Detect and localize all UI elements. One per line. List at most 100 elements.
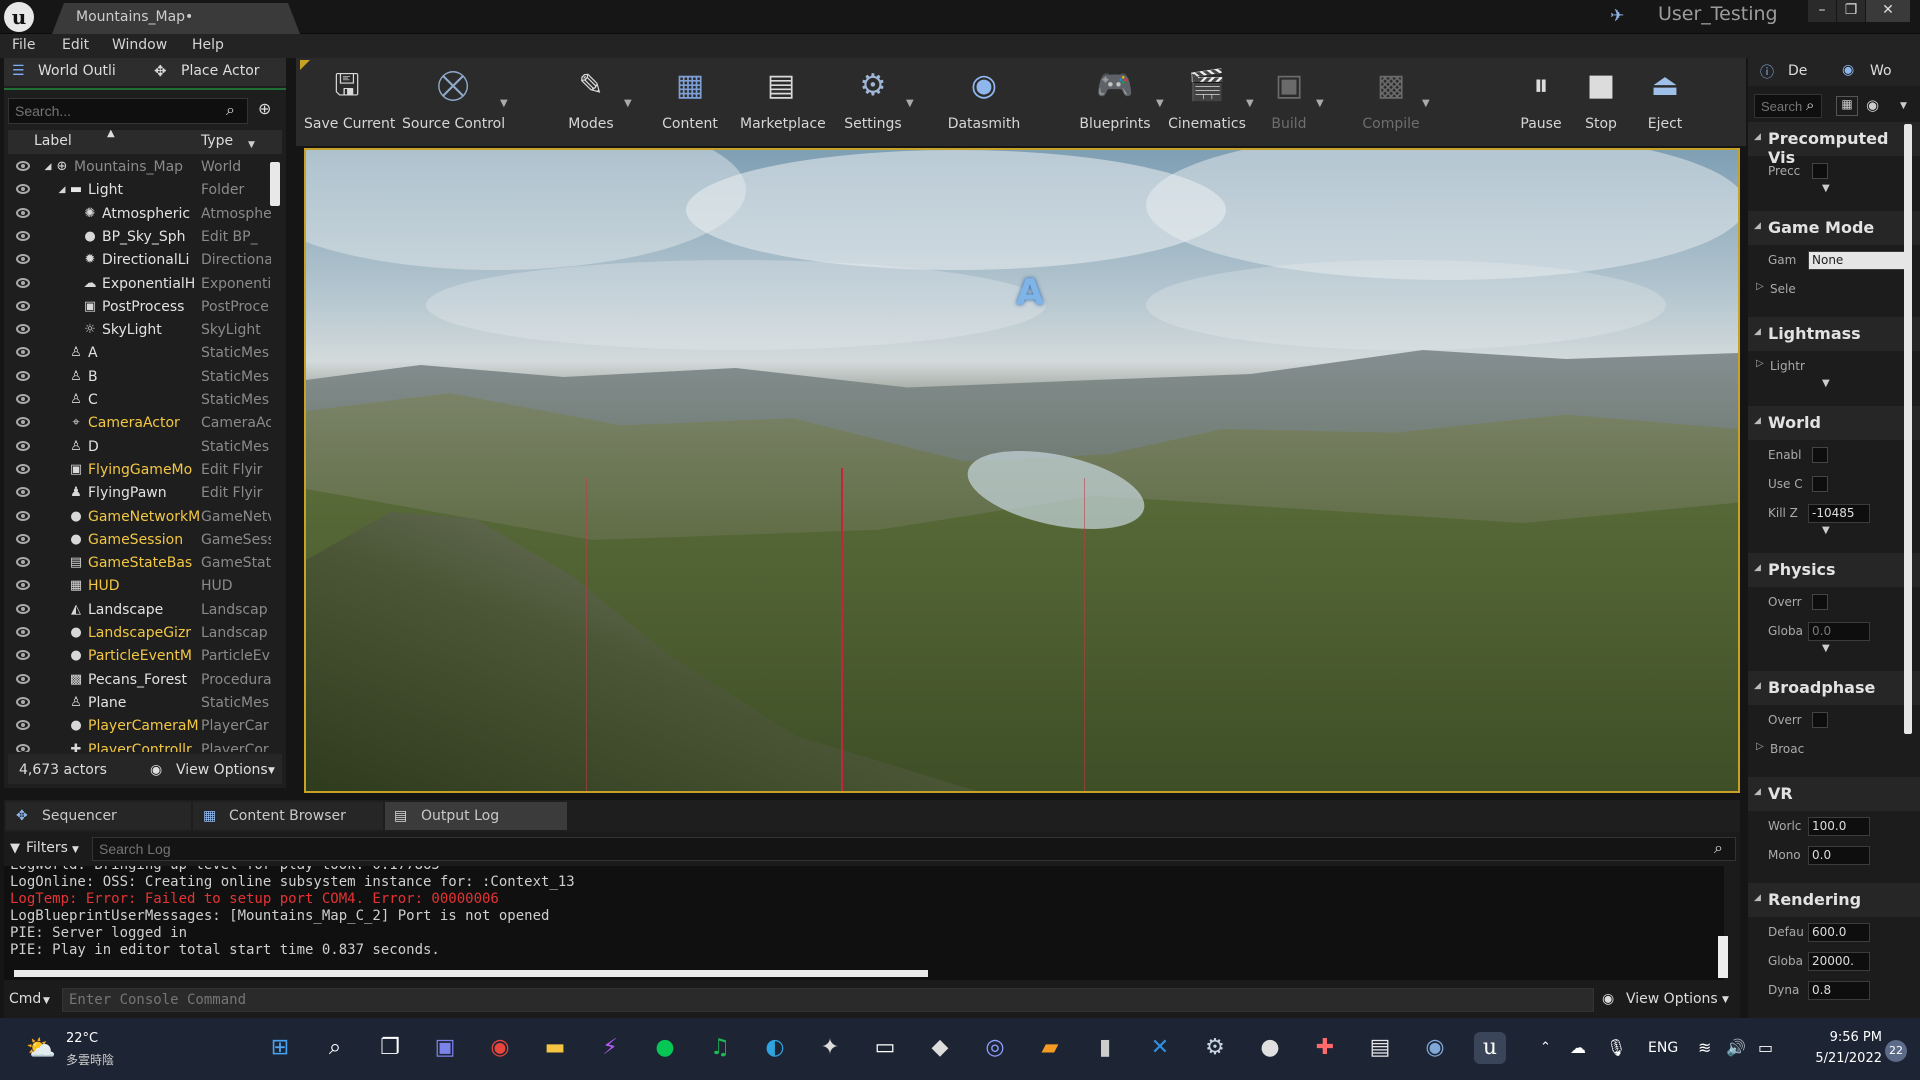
cinematics-button[interactable]: 🎬 Cinematics ▼ xyxy=(1164,58,1254,146)
add-folder-icon[interactable]: ⊕ xyxy=(258,99,271,118)
visibility-eye-icon[interactable] xyxy=(16,394,30,404)
property-checkbox[interactable] xyxy=(1812,476,1828,492)
show-advanced-icon[interactable]: ▼ xyxy=(1822,525,1830,536)
property-number-field[interactable]: 0.0 xyxy=(1808,846,1870,865)
property-matrix-icon[interactable]: ▦ xyxy=(1836,96,1858,116)
build-button[interactable]: ▣ Build ▼ xyxy=(1258,58,1323,146)
settings-button[interactable]: ⚙ Settings ▼ xyxy=(836,58,913,146)
outliner-row[interactable]: ● LandscapeGizr Landscap xyxy=(10,622,280,645)
edit-blueprint-link[interactable]: Edit Flyir xyxy=(201,462,271,478)
chrome-icon[interactable]: ◉ xyxy=(484,1032,516,1064)
search-icon[interactable]: ⌕ xyxy=(1806,96,1814,114)
save-current-button[interactable]: 🖫 Save Current xyxy=(304,58,395,146)
dropdown-caret-icon[interactable]: ▼ xyxy=(624,98,632,109)
edit-blueprint-link[interactable]: Edit BP_ xyxy=(201,229,271,245)
property-checkbox[interactable] xyxy=(1812,163,1828,179)
visibility-eye-icon[interactable] xyxy=(16,510,30,521)
visibility-eye-icon[interactable] xyxy=(16,277,30,288)
visibility-eye-icon[interactable] xyxy=(16,627,30,637)
property-number-field[interactable]: 20000. xyxy=(1808,952,1870,971)
visibility-eye-icon[interactable] xyxy=(16,487,30,498)
tab-content-browser[interactable]: Content Browser xyxy=(193,802,383,830)
property-number-field[interactable]: 0.8 xyxy=(1808,981,1870,1000)
unreal-icon[interactable]: u xyxy=(1474,1032,1506,1064)
outliner-row[interactable]: ● ParticleEventM ParticleEv xyxy=(10,645,280,668)
edit-blueprint-link[interactable]: Edit Flyir xyxy=(201,485,271,501)
game-icon[interactable]: ✚ xyxy=(1309,1032,1341,1064)
source-control-button[interactable]: ⛒ Source Control ▼ xyxy=(402,58,508,146)
log-horizontal-scrollbar[interactable] xyxy=(14,970,928,977)
details-section-header[interactable]: Rendering xyxy=(1748,883,1920,917)
property-checkbox[interactable] xyxy=(1812,447,1828,463)
place-actor-tab[interactable]: Place Actor xyxy=(181,63,260,79)
outliner-row[interactable]: ♙ A StaticMes xyxy=(10,342,280,365)
vr-icon[interactable]: ◉ xyxy=(1419,1032,1451,1064)
clock-time[interactable]: 9:56 PM xyxy=(1812,1030,1882,1045)
game-mode-dropdown[interactable]: None xyxy=(1808,251,1908,270)
visibility-eye-icon[interactable] xyxy=(16,533,30,544)
search-log-input[interactable] xyxy=(92,837,1736,861)
app-icon-3[interactable]: ▰ xyxy=(1034,1032,1066,1064)
property-checkbox[interactable] xyxy=(1812,594,1828,610)
datasmith-button[interactable]: ◉ Datasmith xyxy=(940,58,1028,146)
eye-icon[interactable]: ◉ xyxy=(1866,96,1879,114)
outliner-row[interactable]: ♙ D StaticMes xyxy=(10,436,280,459)
onedrive-icon[interactable]: ☁ xyxy=(1570,1038,1586,1057)
log-vertical-scrollbar[interactable] xyxy=(1718,936,1728,978)
file-explorer-icon[interactable]: ▬ xyxy=(539,1032,571,1064)
chevron-up-icon[interactable]: ⌃ xyxy=(1540,1040,1551,1055)
log-view-options[interactable]: View Options xyxy=(1626,991,1718,1007)
spotify-icon[interactable]: ♫ xyxy=(704,1032,736,1064)
battery-icon[interactable]: ▭ xyxy=(1758,1038,1773,1057)
visibility-eye-icon[interactable] xyxy=(16,440,30,451)
show-advanced-icon[interactable]: ▼ xyxy=(1822,378,1830,389)
visibility-eye-icon[interactable] xyxy=(16,324,30,335)
language-indicator[interactable]: ENG xyxy=(1648,1040,1678,1056)
blueprints-button[interactable]: 🎮 Blueprints ▼ xyxy=(1070,58,1163,146)
chevron-down-icon[interactable]: ▼ xyxy=(1900,101,1907,111)
stop-button[interactable]: ■ Stop xyxy=(1574,58,1628,146)
expand-arrow-icon[interactable]: ▷ xyxy=(1756,741,1764,752)
edge-icon[interactable]: ◐ xyxy=(759,1032,791,1064)
outliner-row[interactable]: ✹ DirectionalLi Directiona xyxy=(10,249,280,272)
visibility-eye-icon[interactable] xyxy=(16,161,30,171)
outliner-row[interactable]: ✚ PlayerControllr PlayerCor xyxy=(10,739,280,752)
eject-button[interactable]: ⏏ Eject xyxy=(1638,58,1692,146)
visibility-eye-icon[interactable] xyxy=(16,720,30,731)
outliner-row[interactable]: ● GameSession GameSess xyxy=(10,529,280,552)
visibility-eye-icon[interactable] xyxy=(16,207,30,218)
outliner-row[interactable]: ▩ Pecans_Forest Procedura xyxy=(10,669,280,692)
dropdown-caret-icon[interactable]: ▼ xyxy=(1246,98,1254,109)
visibility-eye-icon[interactable] xyxy=(16,347,30,358)
type-dropdown-icon[interactable]: ▼ xyxy=(248,140,255,150)
maximize-button[interactable]: ❐ xyxy=(1837,0,1865,22)
property-number-field[interactable]: 100.0 xyxy=(1808,817,1870,836)
property-number-field[interactable]: -10485 xyxy=(1808,504,1870,523)
details-section-header[interactable]: Precomputed Vis xyxy=(1748,122,1920,167)
dropdown-caret-icon[interactable]: ▼ xyxy=(1156,98,1164,109)
outliner-row[interactable]: ☁ ExponentialH Exponenti xyxy=(10,273,280,296)
notification-badge[interactable]: 22 xyxy=(1885,1040,1907,1062)
visibility-eye-icon[interactable] xyxy=(16,417,30,428)
minimize-button[interactable]: – xyxy=(1808,0,1836,22)
expand-arrow-icon[interactable]: ▷ xyxy=(1756,281,1764,292)
compile-button[interactable]: ▩ Compile ▼ xyxy=(1356,58,1429,146)
visibility-eye-icon[interactable] xyxy=(16,603,30,614)
visibility-eye-icon[interactable] xyxy=(16,370,30,381)
details-section-header[interactable]: Physics xyxy=(1748,553,1920,587)
menu-edit[interactable]: Edit xyxy=(62,37,89,53)
visibility-eye-icon[interactable] xyxy=(16,184,30,195)
line-icon[interactable]: ● xyxy=(649,1032,681,1064)
visibility-eye-icon[interactable] xyxy=(16,557,30,568)
visibility-eye-icon[interactable] xyxy=(16,650,30,661)
menu-file[interactable]: File xyxy=(12,37,35,53)
dropdown-caret-icon[interactable]: ▼ xyxy=(500,98,508,109)
tab-world-settings[interactable]: Wo xyxy=(1870,63,1892,79)
details-section-header[interactable]: VR xyxy=(1748,777,1920,811)
outliner-row[interactable]: ✺ Atmospheric Atmosphe xyxy=(10,203,280,226)
app-icon-2[interactable]: ▭ xyxy=(869,1032,901,1064)
visibility-eye-icon[interactable] xyxy=(16,254,30,265)
pause-button[interactable]: ⏸ Pause xyxy=(1514,58,1568,146)
visibility-eye-icon[interactable] xyxy=(16,463,30,474)
col-type[interactable]: Type xyxy=(201,133,233,149)
